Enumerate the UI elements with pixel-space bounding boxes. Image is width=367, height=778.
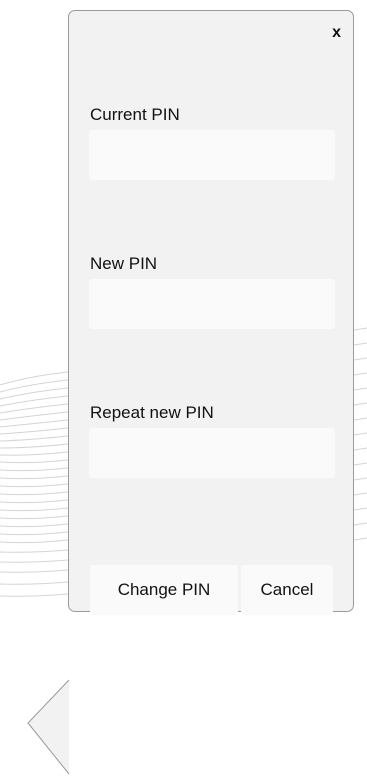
close-button[interactable]: x	[332, 25, 341, 41]
cancel-button[interactable]: Cancel	[241, 565, 333, 615]
current-pin-input[interactable]	[89, 130, 335, 180]
new-pin-label: New PIN	[90, 254, 158, 273]
popover-pointer	[27, 679, 70, 775]
current-pin-label: Current PIN	[90, 105, 180, 124]
change-pin-button[interactable]: Change PIN	[90, 565, 238, 615]
repeat-new-pin-input[interactable]	[89, 428, 335, 478]
new-pin-input[interactable]	[89, 279, 335, 329]
repeat-new-pin-label: Repeat new PIN	[90, 403, 214, 422]
change-pin-dialog: x Current PIN New PIN Repeat new PIN Cha…	[68, 10, 354, 615]
